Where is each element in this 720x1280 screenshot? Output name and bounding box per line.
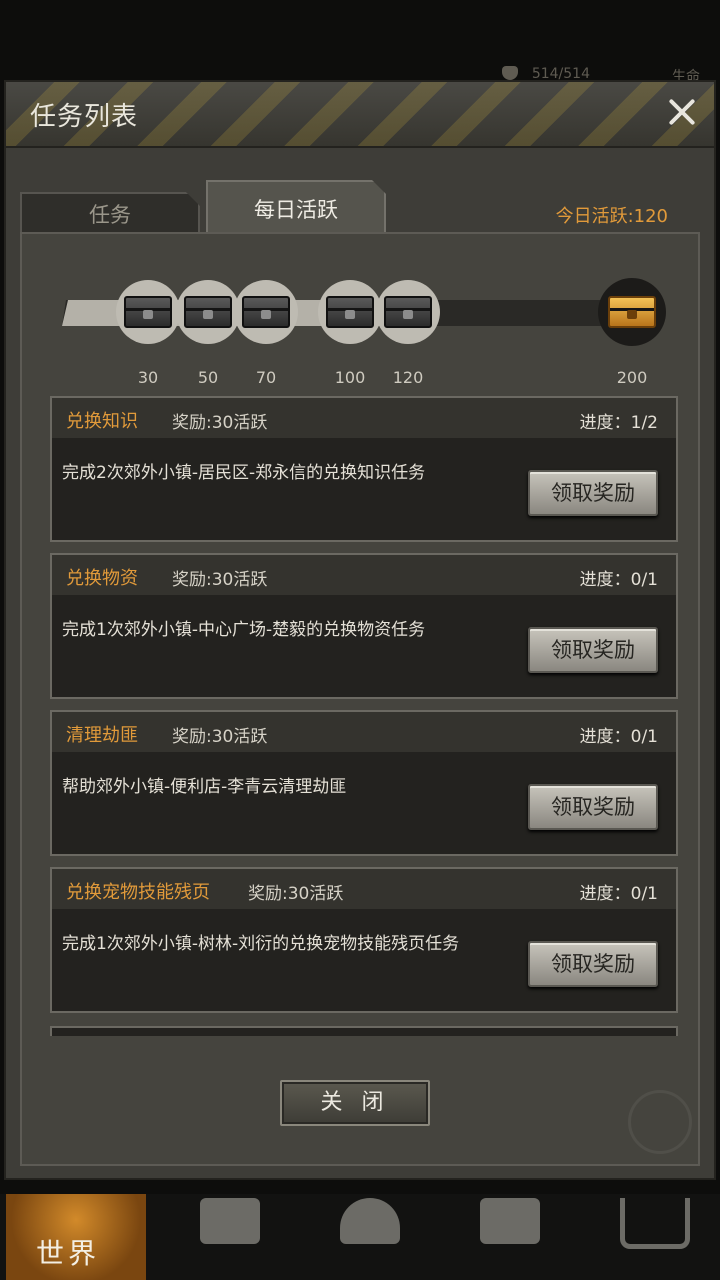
radiation-icon xyxy=(628,1090,692,1154)
milestone-label: 30 xyxy=(137,368,159,387)
task-reward: 奖励:30活跃 xyxy=(172,413,268,433)
milestone-label: 70 xyxy=(255,368,277,387)
task-list-dialog: 任务列表 任务 每日活跃 今日活跃:120 30 50 70 100 120 2… xyxy=(4,80,716,1180)
task-name: 兑换知识 xyxy=(66,411,138,432)
milestone-chest-120[interactable] xyxy=(376,280,440,344)
task-reward: 奖励:30活跃 xyxy=(248,884,344,904)
dialog-title: 任务列表 xyxy=(30,102,139,132)
close-icon[interactable] xyxy=(662,92,702,132)
task-description: 帮助郊外小镇-便利店-李青云清理劫匪 xyxy=(62,777,347,797)
dialog-header: 任务列表 xyxy=(6,82,714,148)
chest-icon xyxy=(326,296,374,328)
claim-reward-button[interactable]: 领取奖励 xyxy=(528,941,658,987)
milestone-label: 120 xyxy=(392,368,424,387)
nav-character[interactable] xyxy=(300,1194,440,1280)
task-name: 兑换物资 xyxy=(66,568,138,589)
close-button[interactable]: 关 闭 xyxy=(280,1080,430,1126)
nav-building[interactable] xyxy=(440,1194,580,1280)
nav-shop[interactable] xyxy=(580,1194,720,1280)
task-progress: 进度：0/1 xyxy=(579,570,658,590)
task-card-header: 兑换物资 奖励:30活跃 进度：0/1 xyxy=(52,555,676,595)
task-reward: 奖励:30活跃 xyxy=(172,570,268,590)
head-icon xyxy=(340,1198,400,1244)
claim-reward-button[interactable]: 领取奖励 xyxy=(528,784,658,830)
today-active-count: 今日活跃:120 xyxy=(555,206,668,227)
milestone-label: 200 xyxy=(616,368,648,387)
task-progress: 进度：1/2 xyxy=(579,413,658,433)
milestone-label: 100 xyxy=(334,368,366,387)
task-card: 兑换宠物技能残页 奖励:30活跃 进度：0/1 完成1次郊外小镇-树林-刘衍的兑… xyxy=(50,867,678,1013)
milestone-chest-50[interactable] xyxy=(176,280,240,344)
task-progress: 进度：0/1 xyxy=(579,884,658,904)
backpack-icon xyxy=(200,1198,260,1244)
daily-active-panel: 30 50 70 100 120 200 兑换知识 奖励:30活跃 进度：1/2… xyxy=(20,232,700,1166)
chest-icon xyxy=(384,296,432,328)
task-description: 完成1次郊外小镇-中心广场-楚毅的兑换物资任务 xyxy=(62,620,426,640)
task-description: 完成2次郊外小镇-居民区-郑永信的兑换知识任务 xyxy=(62,463,426,483)
task-card: 清理劫匪 奖励:30活跃 进度：0/1 帮助郊外小镇-便利店-李青云清理劫匪 领… xyxy=(50,710,678,856)
task-progress: 进度：0/1 xyxy=(579,727,658,747)
milestone-chest-70[interactable] xyxy=(234,280,298,344)
gold-chest-icon xyxy=(608,296,656,328)
nav-world[interactable]: 世界 xyxy=(6,1194,146,1280)
heart-icon xyxy=(502,66,518,80)
cart-icon xyxy=(620,1198,690,1249)
building-icon xyxy=(480,1198,540,1244)
task-card: 兑换知识 奖励:30活跃 进度：1/2 完成2次郊外小镇-居民区-郑永信的兑换知… xyxy=(50,396,678,542)
task-name: 兑换宠物技能残页 xyxy=(66,882,210,903)
bottom-nav: 世界 xyxy=(0,1194,720,1280)
task-card-header: 兑换宠物技能残页 奖励:30活跃 进度：0/1 xyxy=(52,869,676,909)
milestone-chest-30[interactable] xyxy=(116,280,180,344)
nav-backpack[interactable] xyxy=(160,1194,300,1280)
task-card-partial xyxy=(50,1026,678,1036)
chest-icon xyxy=(124,296,172,328)
nav-world-label: 世界 xyxy=(36,1237,101,1270)
tab-daily-active[interactable]: 每日活跃 xyxy=(206,180,386,236)
task-description: 完成1次郊外小镇-树林-刘衍的兑换宠物技能残页任务 xyxy=(62,934,460,954)
task-card: 兑换物资 奖励:30活跃 进度：0/1 完成1次郊外小镇-中心广场-楚毅的兑换物… xyxy=(50,553,678,699)
tab-tasks[interactable]: 任务 xyxy=(20,192,200,236)
chest-icon xyxy=(184,296,232,328)
milestone-chest-200[interactable] xyxy=(598,278,666,346)
chest-icon xyxy=(242,296,290,328)
task-card-header: 兑换知识 奖励:30活跃 进度：1/2 xyxy=(52,398,676,438)
task-card-header: 清理劫匪 奖励:30活跃 进度：0/1 xyxy=(52,712,676,752)
claim-reward-button[interactable]: 领取奖励 xyxy=(528,470,658,516)
task-name: 清理劫匪 xyxy=(66,725,138,746)
claim-reward-button[interactable]: 领取奖励 xyxy=(528,627,658,673)
milestone-chest-100[interactable] xyxy=(318,280,382,344)
milestone-label: 50 xyxy=(197,368,219,387)
task-reward: 奖励:30活跃 xyxy=(172,727,268,747)
